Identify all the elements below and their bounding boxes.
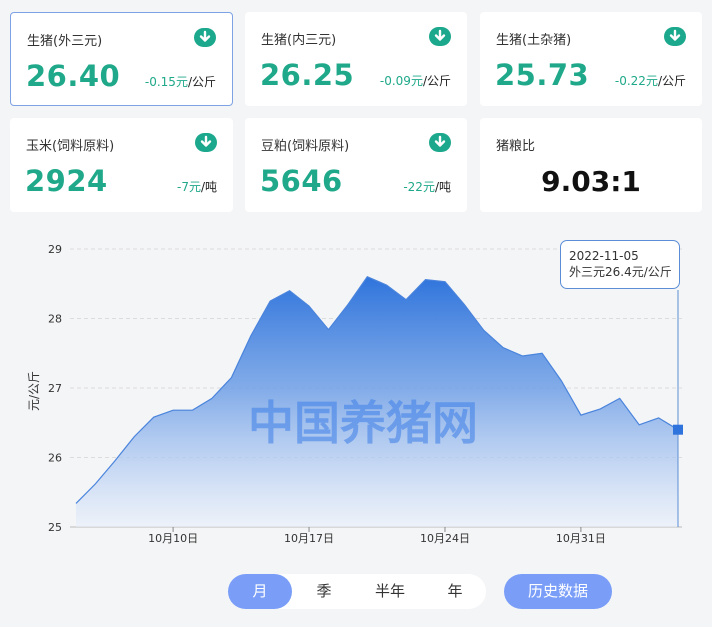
y-axis-label: 元/公斤 [27, 371, 41, 411]
period-option-quarter[interactable]: 季 [292, 574, 356, 609]
period-option-year[interactable]: 年 [424, 574, 486, 609]
x-axis: 10月10日 10月17日 10月24日 10月31日 [148, 527, 606, 545]
tooltip-series: 外三元 [569, 265, 606, 279]
x-tick-label: 10月31日 [556, 532, 606, 545]
tooltip-unit: /公斤 [643, 265, 672, 279]
period-selector: 月 季 半年 年 [228, 574, 486, 609]
hover-point-marker [673, 424, 683, 435]
tooltip-date: 2022-11-05 [569, 249, 639, 263]
y-tick-label: 29 [48, 243, 62, 256]
tooltip-value: 外三元26.4元/公斤 [569, 264, 679, 280]
x-tick-label: 10月10日 [148, 532, 198, 545]
x-tick-label: 10月24日 [420, 532, 470, 545]
tooltip-price: 26.4元 [605, 265, 644, 279]
y-tick-label: 25 [48, 521, 62, 534]
y-tick-label: 28 [48, 313, 62, 326]
period-option-half-year[interactable]: 半年 [356, 574, 424, 609]
chart-tooltip: 2022-11-05 外三元26.4元/公斤 [560, 240, 680, 289]
y-tick-label: 26 [48, 452, 62, 465]
x-tick-label: 10月17日 [284, 532, 334, 545]
y-tick-label: 27 [48, 382, 62, 395]
watermark-text: 中国养猪网 [248, 396, 478, 450]
history-data-button[interactable]: 历史数据 [504, 574, 612, 609]
period-option-month[interactable]: 月 [228, 574, 292, 609]
y-axis: 25 26 27 28 29 [48, 243, 62, 534]
